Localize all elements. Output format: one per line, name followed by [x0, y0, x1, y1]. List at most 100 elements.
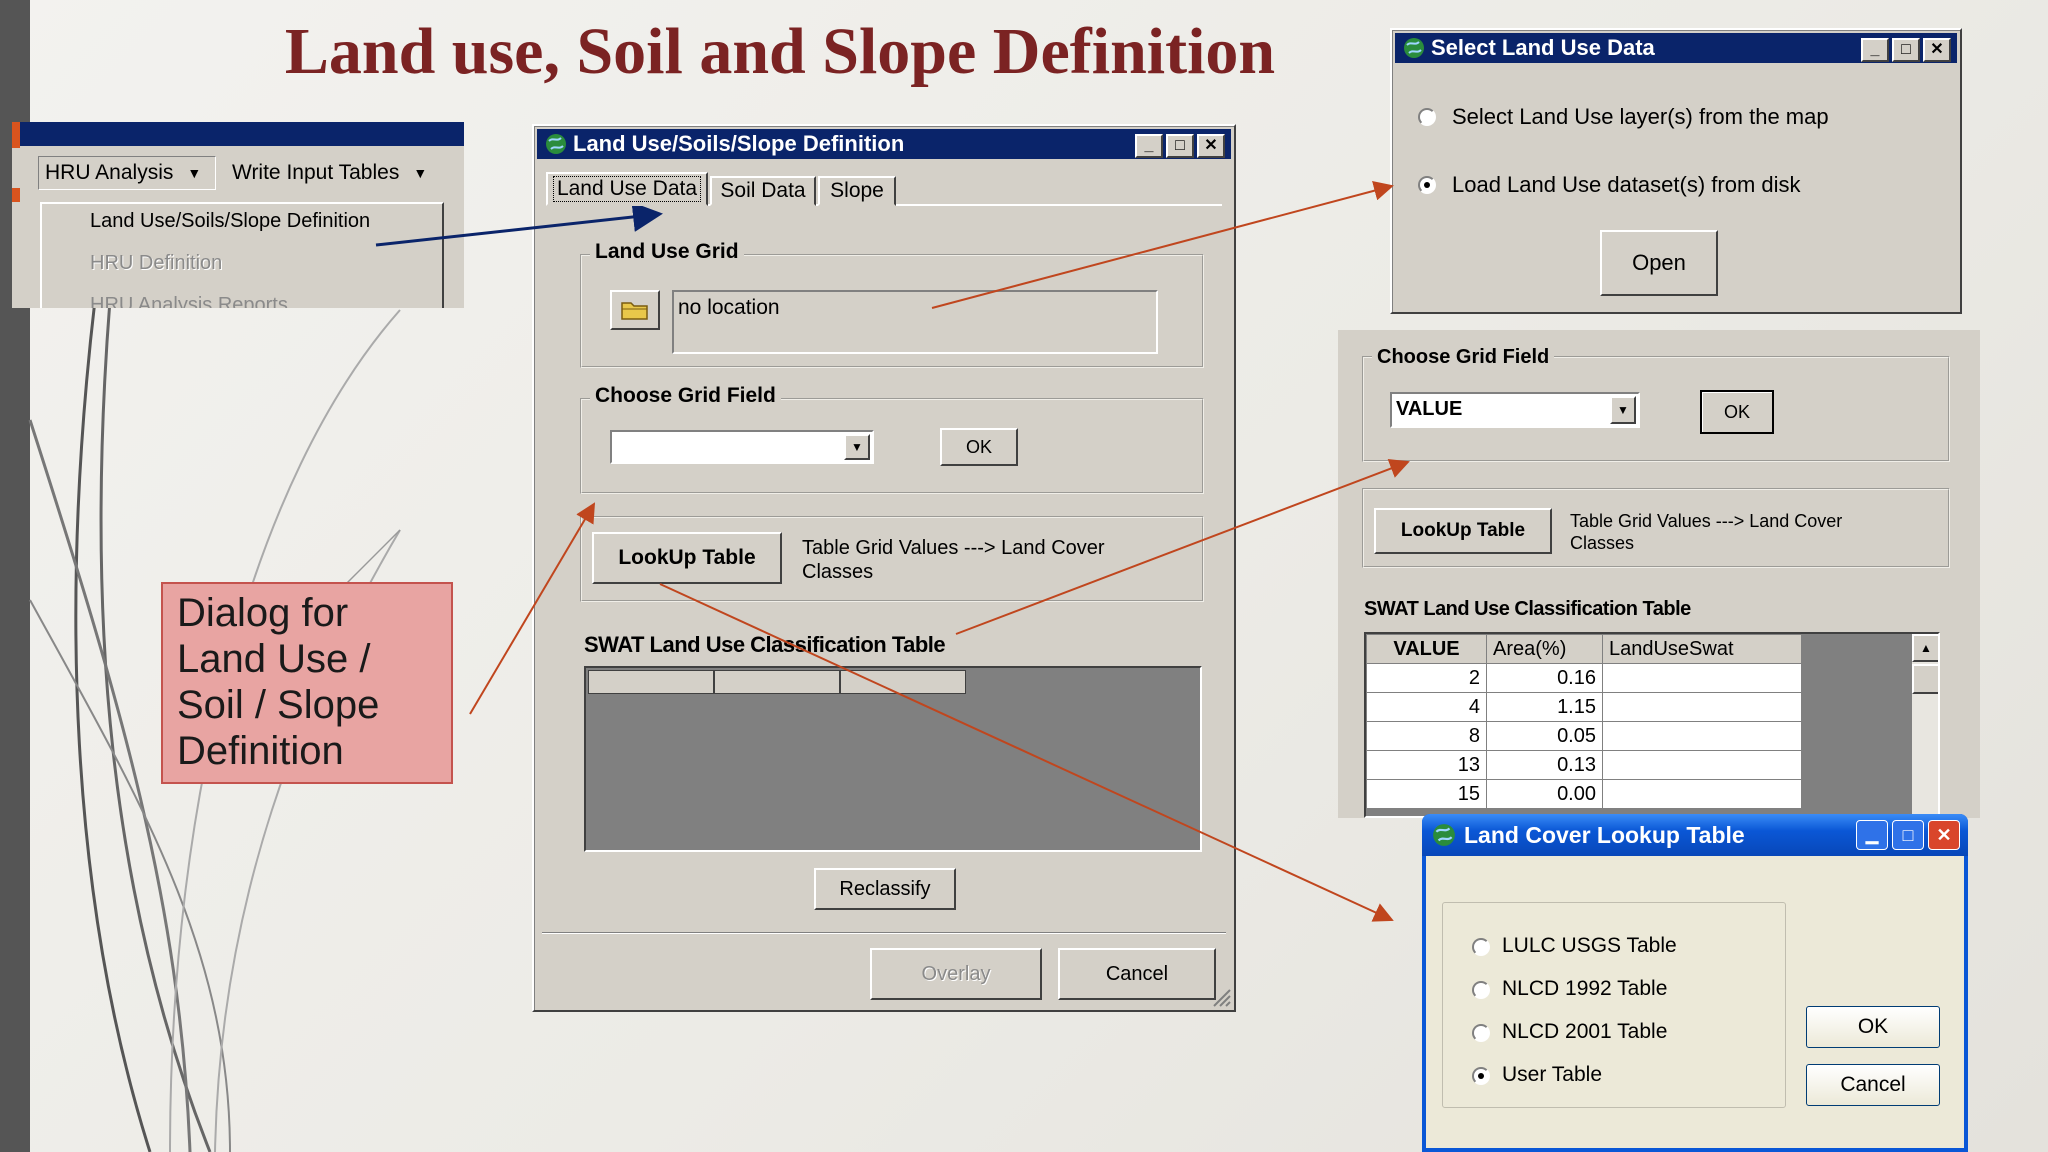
divider	[542, 932, 1226, 934]
open-folder-button[interactable]	[610, 290, 660, 330]
zoom-ok-button[interactable]: OK	[1700, 390, 1774, 434]
column-header[interactable]	[840, 670, 966, 694]
close-button[interactable]: ✕	[1928, 820, 1960, 850]
cancel-button[interactable]: Cancel	[1058, 948, 1216, 1000]
cell-value: 4	[1366, 692, 1487, 722]
location-field[interactable]: no location	[672, 290, 1158, 354]
zoom-grid-field-select[interactable]: VALUE ▼	[1390, 392, 1640, 428]
ok-button-label: OK	[965, 436, 992, 457]
globe-icon	[1433, 824, 1455, 846]
tab-soil-data-label: Soil Data	[720, 179, 806, 202]
lookup-cancel-button[interactable]: Cancel	[1806, 1064, 1940, 1106]
radio-load-from-disk[interactable]	[1418, 176, 1436, 194]
location-value: no location	[678, 296, 780, 319]
swat-table-grid[interactable]	[584, 666, 1202, 852]
radio-nlcd-2001[interactable]	[1472, 1024, 1490, 1042]
minimize-button[interactable]: _	[1861, 38, 1889, 62]
cancel-label: Cancel	[1105, 962, 1169, 985]
lookup-window-controls: ▁ □ ✕	[1856, 820, 1960, 850]
zoom-lookup-table-button[interactable]: LookUp Table	[1374, 508, 1552, 554]
dialog-title: Land Use/Soils/Slope Definition	[573, 131, 905, 156]
lookup-table-button[interactable]: LookUp Table	[592, 532, 782, 584]
radio-user-table[interactable]	[1472, 1067, 1490, 1085]
zoom-swat-table-label: SWAT Land Use Classification Table	[1364, 598, 1691, 620]
table-row[interactable]: 4 1.15	[1366, 692, 1802, 722]
maximize-button[interactable]: □	[1892, 38, 1920, 62]
table-row[interactable]: 13 0.13	[1366, 750, 1802, 780]
land-use-table: VALUE Area(%) LandUseSwat 2 0.16 4 1.15 80…	[1366, 634, 1802, 809]
column-header[interactable]	[588, 670, 714, 694]
resize-grip-icon[interactable]	[1210, 986, 1232, 1008]
cell-landuseswat	[1602, 692, 1802, 722]
maximize-button[interactable]: □	[1892, 820, 1924, 850]
column-header-value[interactable]: VALUE	[1366, 634, 1487, 664]
tab-slope-label: Slope	[830, 179, 884, 202]
menu-item-hru-analysis-reports[interactable]: HRU Analysis Reports	[90, 294, 288, 308]
menu-snippet: HRU Analysis ▼ Write Input Tables ▼ Land…	[12, 122, 464, 308]
lookup-options-group	[1442, 902, 1786, 1108]
lookup-dialog-title: Land Cover Lookup Table	[1464, 821, 1745, 848]
lookup-table-label: LookUp Table	[618, 546, 756, 569]
chevron-down-icon[interactable]: ▼	[1610, 396, 1636, 424]
grid-field-select[interactable]: ▼	[610, 430, 874, 464]
menu-hru-analysis[interactable]: HRU Analysis ▼	[38, 156, 216, 190]
menu-titlebar	[12, 122, 464, 146]
open-label: Open	[1632, 250, 1686, 275]
option-user-table: User Table	[1502, 1063, 1602, 1086]
table-row[interactable]: 15 0.00	[1366, 779, 1802, 809]
cell-area: 0.05	[1486, 721, 1603, 751]
dialog-titlebar: Land Use/Soils/Slope Definition _ □ ✕	[537, 129, 1231, 159]
tab-land-use-data[interactable]: Land Use Data	[546, 172, 708, 206]
globe-icon	[1404, 38, 1424, 58]
menu-item-land-use-soils-slope[interactable]: Land Use/Soils/Slope Definition	[90, 210, 370, 233]
land-use-grid-label: Land Use Grid	[590, 240, 744, 264]
cell-landuseswat	[1602, 779, 1802, 809]
table-scrollbar[interactable]: ▲	[1912, 634, 1938, 816]
swat-table-header	[588, 670, 966, 694]
reclassify-button[interactable]: Reclassify	[814, 868, 956, 910]
minimize-button[interactable]: _	[1135, 134, 1163, 158]
cell-landuseswat	[1602, 750, 1802, 780]
cell-value: 13	[1366, 750, 1487, 780]
cell-value: 8	[1366, 721, 1487, 751]
option-disk-label: Load Land Use dataset(s) from disk	[1452, 172, 1801, 197]
option-map-label: Select Land Use layer(s) from the map	[1452, 104, 1829, 129]
open-button[interactable]: Open	[1600, 230, 1718, 296]
zoom-ok-label: OK	[1723, 401, 1750, 422]
cell-landuseswat	[1602, 721, 1802, 751]
close-button[interactable]: ✕	[1923, 38, 1951, 62]
cell-value: 2	[1366, 663, 1487, 693]
column-header-area[interactable]: Area(%)	[1486, 634, 1603, 664]
overlay-button[interactable]: Overlay	[870, 948, 1042, 1000]
ok-button[interactable]: OK	[940, 428, 1018, 466]
minimize-button[interactable]: ▁	[1856, 820, 1888, 850]
column-header[interactable]	[714, 670, 840, 694]
tab-soil-data[interactable]: Soil Data	[710, 176, 816, 206]
radio-nlcd-1992[interactable]	[1472, 981, 1490, 999]
lookup-ok-label: OK	[1857, 1015, 1889, 1038]
globe-icon	[546, 134, 566, 154]
close-button[interactable]: ✕	[1197, 134, 1225, 158]
chevron-down-icon[interactable]: ▼	[844, 434, 870, 460]
maximize-button[interactable]: □	[1166, 134, 1194, 158]
overlay-label: Overlay	[921, 962, 991, 985]
select-dialog-title: Select Land Use Data	[1431, 35, 1655, 60]
menu-write-input-tables[interactable]: Write Input Tables ▼	[226, 156, 456, 190]
table-row[interactable]: 8 0.05	[1366, 721, 1802, 751]
scroll-up-button[interactable]: ▲	[1912, 634, 1938, 662]
scroll-thumb[interactable]	[1912, 664, 1938, 694]
radio-select-from-map[interactable]	[1418, 108, 1436, 126]
zoom-swat-table[interactable]: VALUE Area(%) LandUseSwat 2 0.16 4 1.15 80…	[1364, 632, 1940, 818]
column-header-landuseswat[interactable]: LandUseSwat	[1602, 634, 1802, 664]
slide-title: Land use, Soil and Slope Definition	[284, 15, 1276, 88]
menu-write-input-tables-label: Write Input Tables	[232, 161, 400, 184]
radio-lulc-usgs[interactable]	[1472, 938, 1490, 956]
tab-slope[interactable]: Slope	[818, 176, 896, 206]
option-nlcd-2001: NLCD 2001 Table	[1502, 1020, 1668, 1043]
table-row[interactable]: 2 0.16	[1366, 663, 1802, 693]
cell-value: 15	[1366, 779, 1487, 809]
lookup-cancel-label: Cancel	[1840, 1073, 1906, 1096]
lookup-description: Table Grid Values ---> Land Cover Classe…	[802, 537, 1105, 583]
menu-item-hru-definition[interactable]: HRU Definition	[90, 252, 222, 275]
lookup-ok-button[interactable]: OK	[1806, 1006, 1940, 1048]
